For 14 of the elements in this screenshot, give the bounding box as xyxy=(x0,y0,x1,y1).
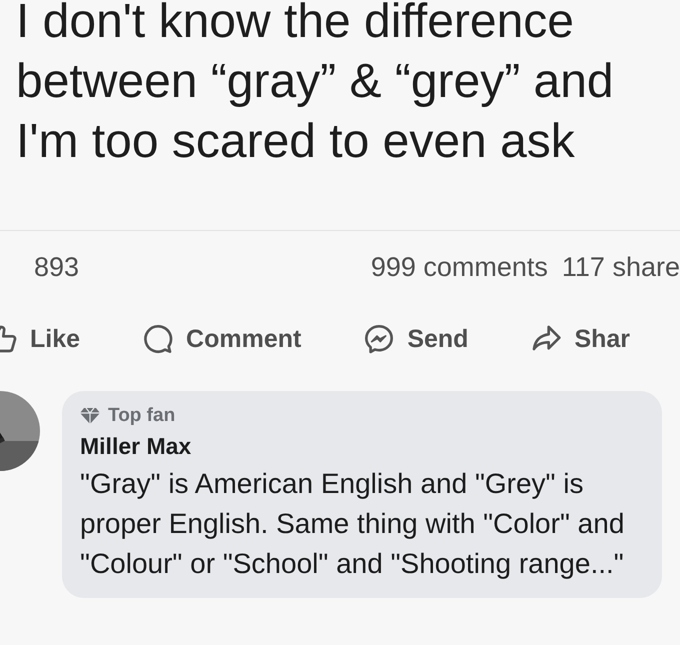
top-fan-label: Top fan xyxy=(108,405,176,427)
messenger-icon xyxy=(363,323,396,355)
comment-text: "Gray" is American English and "Grey" is proper English. Same thing with "Color" and "Colour" or "School" and "Shooting range..." xyxy=(80,467,626,581)
comment-count[interactable]: 999 comments xyxy=(370,249,548,285)
diamond-icon xyxy=(80,407,100,425)
share-button[interactable]: Shar xyxy=(530,323,630,355)
author-name[interactable]: Miller Max xyxy=(80,433,192,460)
like-button[interactable]: Like xyxy=(0,323,80,355)
send-button[interactable]: Send xyxy=(363,323,468,355)
speech-bubble-icon xyxy=(142,323,174,355)
share-count[interactable]: 117 share xyxy=(562,249,680,285)
post-text: I don't know the difference between “gray” & “grey” and I'm too scared to even ask xyxy=(15,0,615,170)
reaction-count: 893 xyxy=(34,251,80,284)
comment-button[interactable]: Comment xyxy=(142,323,302,355)
